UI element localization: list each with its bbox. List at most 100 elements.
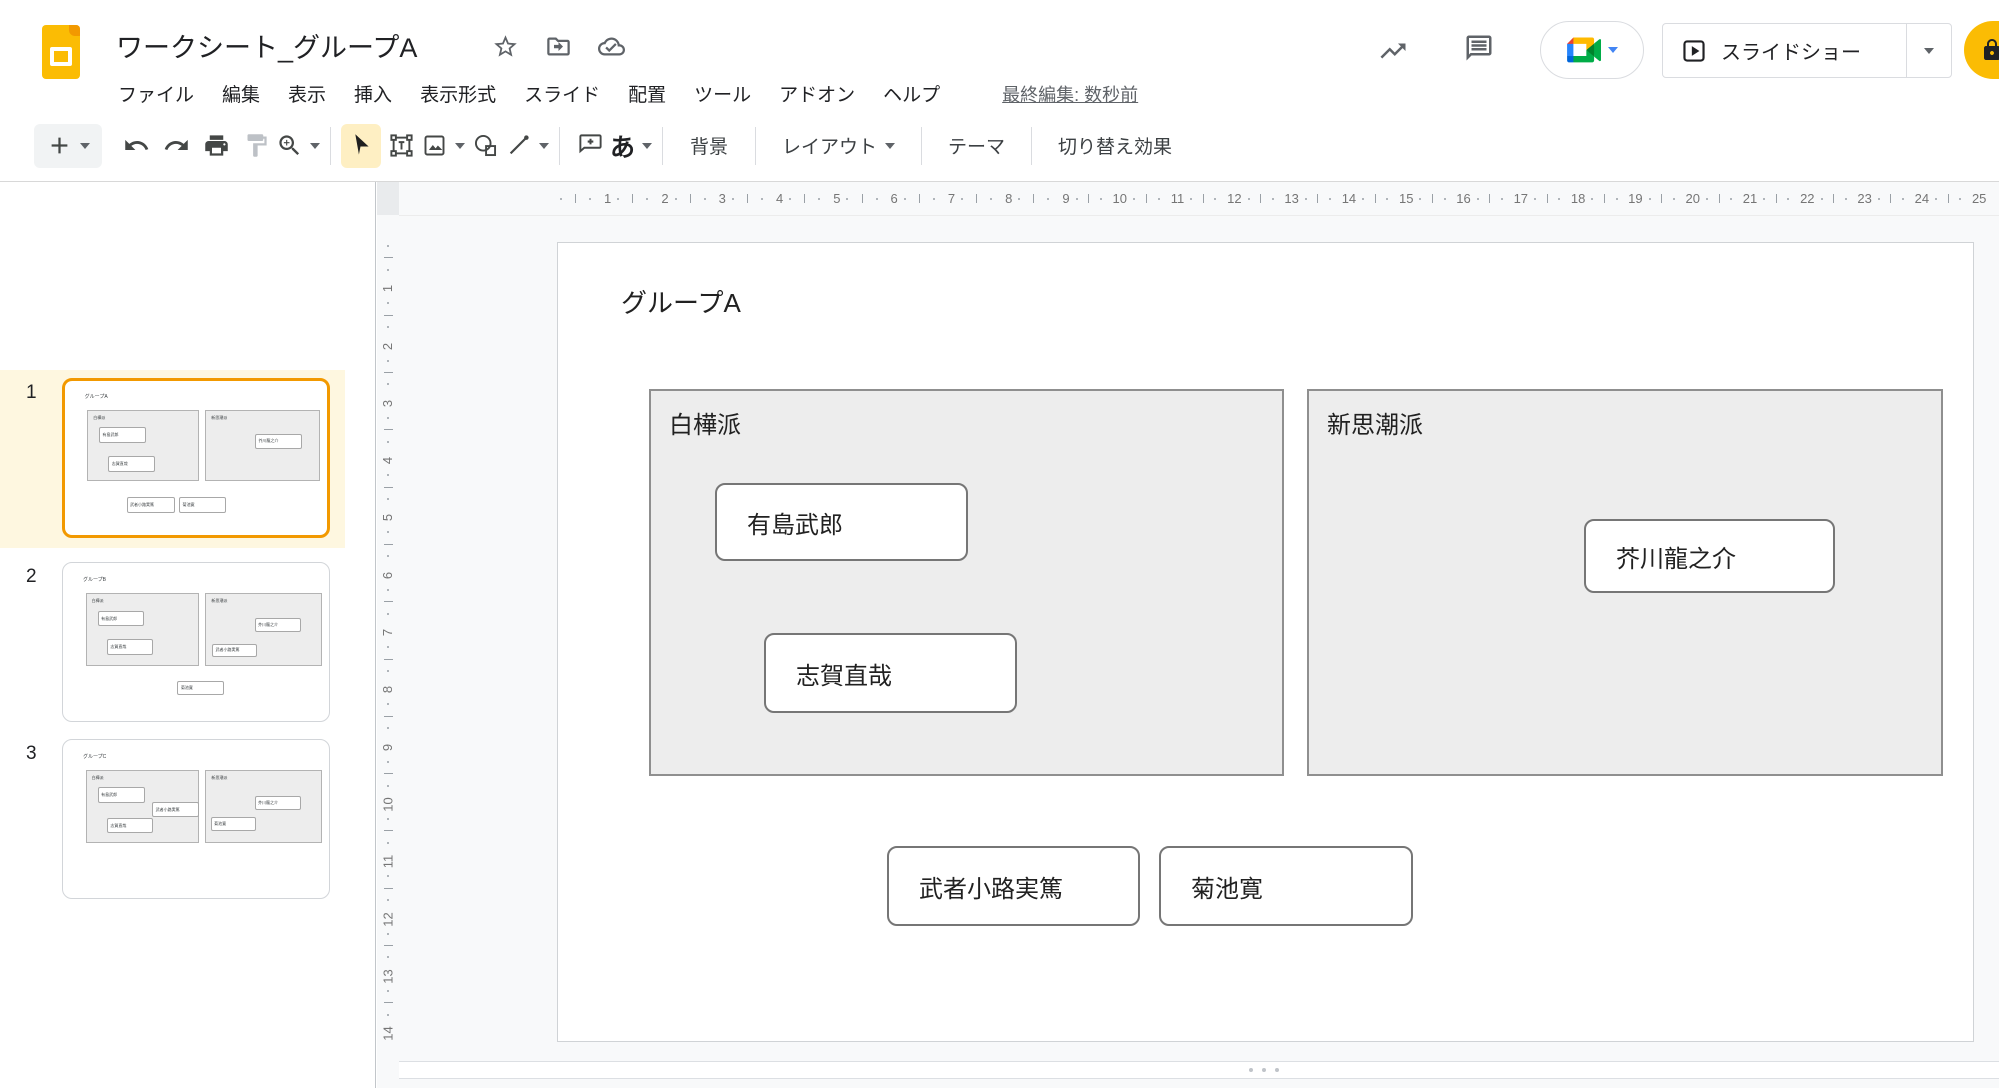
slideshow-caret-icon — [1924, 48, 1934, 54]
menu-insert[interactable]: 挿入 — [340, 77, 406, 110]
image-icon — [421, 132, 448, 159]
star-icon[interactable] — [492, 33, 519, 60]
zoom-button[interactable] — [276, 124, 320, 168]
lock-icon — [1980, 38, 1999, 62]
name-box-arishima[interactable]: 有島武郎 — [715, 483, 968, 561]
insert-comment-button[interactable] — [570, 124, 610, 168]
meet-dropdown-caret-icon — [1608, 47, 1618, 53]
menu-arrange[interactable]: 配置 — [614, 77, 680, 110]
slides-logo-icon[interactable] — [42, 25, 80, 79]
logo-square — [50, 47, 72, 66]
slide-page[interactable]: グループA 白樺派 新思潮派 有島武郎 志賀直哉 芥川龍之介 武者小路実篤 菊池… — [557, 242, 1974, 1042]
slideshow-dropdown[interactable] — [1906, 24, 1951, 77]
google-slides-app: { "header": { "doc_title": "ワークシート_グループA… — [0, 0, 1999, 1088]
h-ruler-unit: 4 — [729, 182, 786, 215]
notes-drag-handle[interactable] — [399, 1062, 1999, 1079]
slideshow-label: スライドショー — [1721, 36, 1861, 65]
filmstrip-slide-1[interactable]: 1 グループA 白樺派 新思潮派 有島武郎 志賀直哉 芥川龍之介 武者小路実篤 … — [0, 370, 345, 548]
name-box-akutagawa[interactable]: 芥川龍之介 — [1584, 519, 1835, 593]
mini-name-box: 有島武郎 — [98, 787, 146, 803]
filmstrip-slide-3[interactable]: 3 グループC 白樺派 新思潮派 有島武郎 武者小路実篤 志賀直哉 芥川龍之介 … — [0, 731, 345, 909]
select-tool-button[interactable] — [341, 124, 381, 168]
workspace: 1234567891011121314151617181920212223242… — [377, 182, 1999, 1088]
v-ruler-unit: 9 — [377, 700, 399, 757]
zoom-caret-icon — [310, 143, 320, 149]
menu-format[interactable]: 表示形式 — [406, 77, 510, 110]
cloud-saved-icon[interactable] — [598, 33, 625, 60]
slide-title-text[interactable]: グループA — [621, 283, 741, 320]
image-caret-icon — [455, 143, 465, 149]
slide-2-thumbnail[interactable]: グループB 白樺派 新思潮派 有島武郎 志賀直哉 芥川龍之介 武者小路実篤 菊池… — [62, 562, 330, 722]
furigana-button[interactable]: あ — [610, 124, 652, 168]
mini-name-box: 有島武郎 — [99, 427, 146, 442]
menu-view[interactable]: 表示 — [274, 77, 340, 110]
v-ruler-unit: 1 — [377, 242, 399, 299]
cursor-icon — [348, 132, 375, 159]
transition-button[interactable]: 切り替え効果 — [1042, 124, 1188, 168]
text-box-button[interactable] — [381, 124, 421, 168]
mini-name-box: 芥川龍之介 — [255, 434, 302, 449]
v-ruler-unit: 3 — [377, 357, 399, 414]
name-box-kikuchi[interactable]: 菊池寛 — [1159, 846, 1413, 926]
slide-1-thumbnail[interactable]: グループA 白樺派 新思潮派 有島武郎 志賀直哉 芥川龍之介 武者小路実篤 菊池… — [62, 378, 330, 538]
paint-format-icon — [243, 132, 270, 159]
google-meet-icon — [1567, 36, 1601, 64]
insert-image-button[interactable] — [421, 124, 465, 168]
h-ruler-unit: 1 — [557, 182, 614, 215]
menu-edit[interactable]: 編集 — [208, 77, 274, 110]
h-ruler-unit: 2 — [614, 182, 671, 215]
h-ruler-unit: 21 — [1703, 182, 1760, 215]
slide-canvas[interactable]: グループA 白樺派 新思潮派 有島武郎 志賀直哉 芥川龍之介 武者小路実篤 菊池… — [399, 215, 1999, 1062]
print-button[interactable] — [196, 124, 236, 168]
activity-trend-icon[interactable] — [1378, 36, 1408, 66]
group-box-shirakaba[interactable]: 白樺派 — [649, 389, 1284, 776]
menu-addons[interactable]: アドオン — [765, 77, 869, 110]
line-tool-button[interactable] — [505, 124, 549, 168]
h-ruler-unit: 23 — [1818, 182, 1875, 215]
share-button[interactable] — [1964, 21, 1999, 79]
move-folder-icon[interactable] — [545, 33, 572, 60]
furigana-caret-icon — [642, 143, 652, 149]
meet-button[interactable] — [1540, 21, 1644, 79]
group-label: 白樺派 — [669, 405, 741, 440]
new-slide-button[interactable] — [34, 124, 102, 168]
v-ruler-unit: 14 — [377, 987, 399, 1044]
menu-file[interactable]: ファイル — [104, 77, 208, 110]
mini-slide-title: グループA — [85, 393, 108, 400]
toolbar-separator — [662, 127, 663, 165]
presentation-icon — [1681, 38, 1707, 64]
vertical-ruler-ticks: 1234567891011121314 — [377, 242, 399, 1044]
layout-button[interactable]: レイアウト — [766, 124, 911, 168]
name-box-shiga[interactable]: 志賀直哉 — [764, 633, 1017, 713]
title-icons — [492, 33, 625, 60]
mini-slide-title: グループC — [83, 753, 106, 760]
mini-name-box: 武者小路実篤 — [152, 802, 199, 817]
h-ruler-unit: 24 — [1875, 182, 1932, 215]
mini-name-box: 菊池寛 — [177, 681, 224, 695]
document-title[interactable]: ワークシート_グループA — [116, 26, 417, 65]
filmstrip-slide-2[interactable]: 2 グループB 白樺派 新思潮派 有島武郎 志賀直哉 芥川龍之介 武者小路実篤 … — [0, 554, 345, 732]
undo-icon — [123, 132, 150, 159]
plus-icon — [46, 132, 73, 159]
h-ruler-unit: 5 — [786, 182, 843, 215]
h-ruler-unit: 11 — [1130, 182, 1187, 215]
undo-button[interactable] — [116, 124, 156, 168]
redo-button[interactable] — [156, 124, 196, 168]
slide-3-thumbnail[interactable]: グループC 白樺派 新思潮派 有島武郎 武者小路実篤 志賀直哉 芥川龍之介 菊池… — [62, 739, 330, 899]
shape-button[interactable] — [465, 124, 505, 168]
zoom-icon — [276, 132, 303, 159]
menu-slide[interactable]: スライド — [510, 77, 614, 110]
slideshow-main[interactable]: スライドショー — [1663, 24, 1906, 77]
background-button[interactable]: 背景 — [673, 124, 745, 168]
comment-history-icon[interactable] — [1464, 33, 1494, 63]
paint-format-button[interactable] — [236, 124, 276, 168]
vertical-ruler: 1234567891011121314 — [377, 215, 399, 1062]
menu-help[interactable]: ヘルプ — [869, 77, 954, 110]
h-ruler-unit: 10 — [1073, 182, 1130, 215]
name-box-mushanokoji[interactable]: 武者小路実篤 — [887, 846, 1140, 926]
theme-button[interactable]: テーマ — [932, 124, 1021, 168]
menu-tools[interactable]: ツール — [680, 77, 765, 110]
slideshow-button[interactable]: スライドショー — [1662, 23, 1952, 78]
last-edit-link[interactable]: 最終編集: 数秒前 — [1002, 81, 1138, 107]
drag-handle-dots-icon — [1249, 1068, 1279, 1072]
